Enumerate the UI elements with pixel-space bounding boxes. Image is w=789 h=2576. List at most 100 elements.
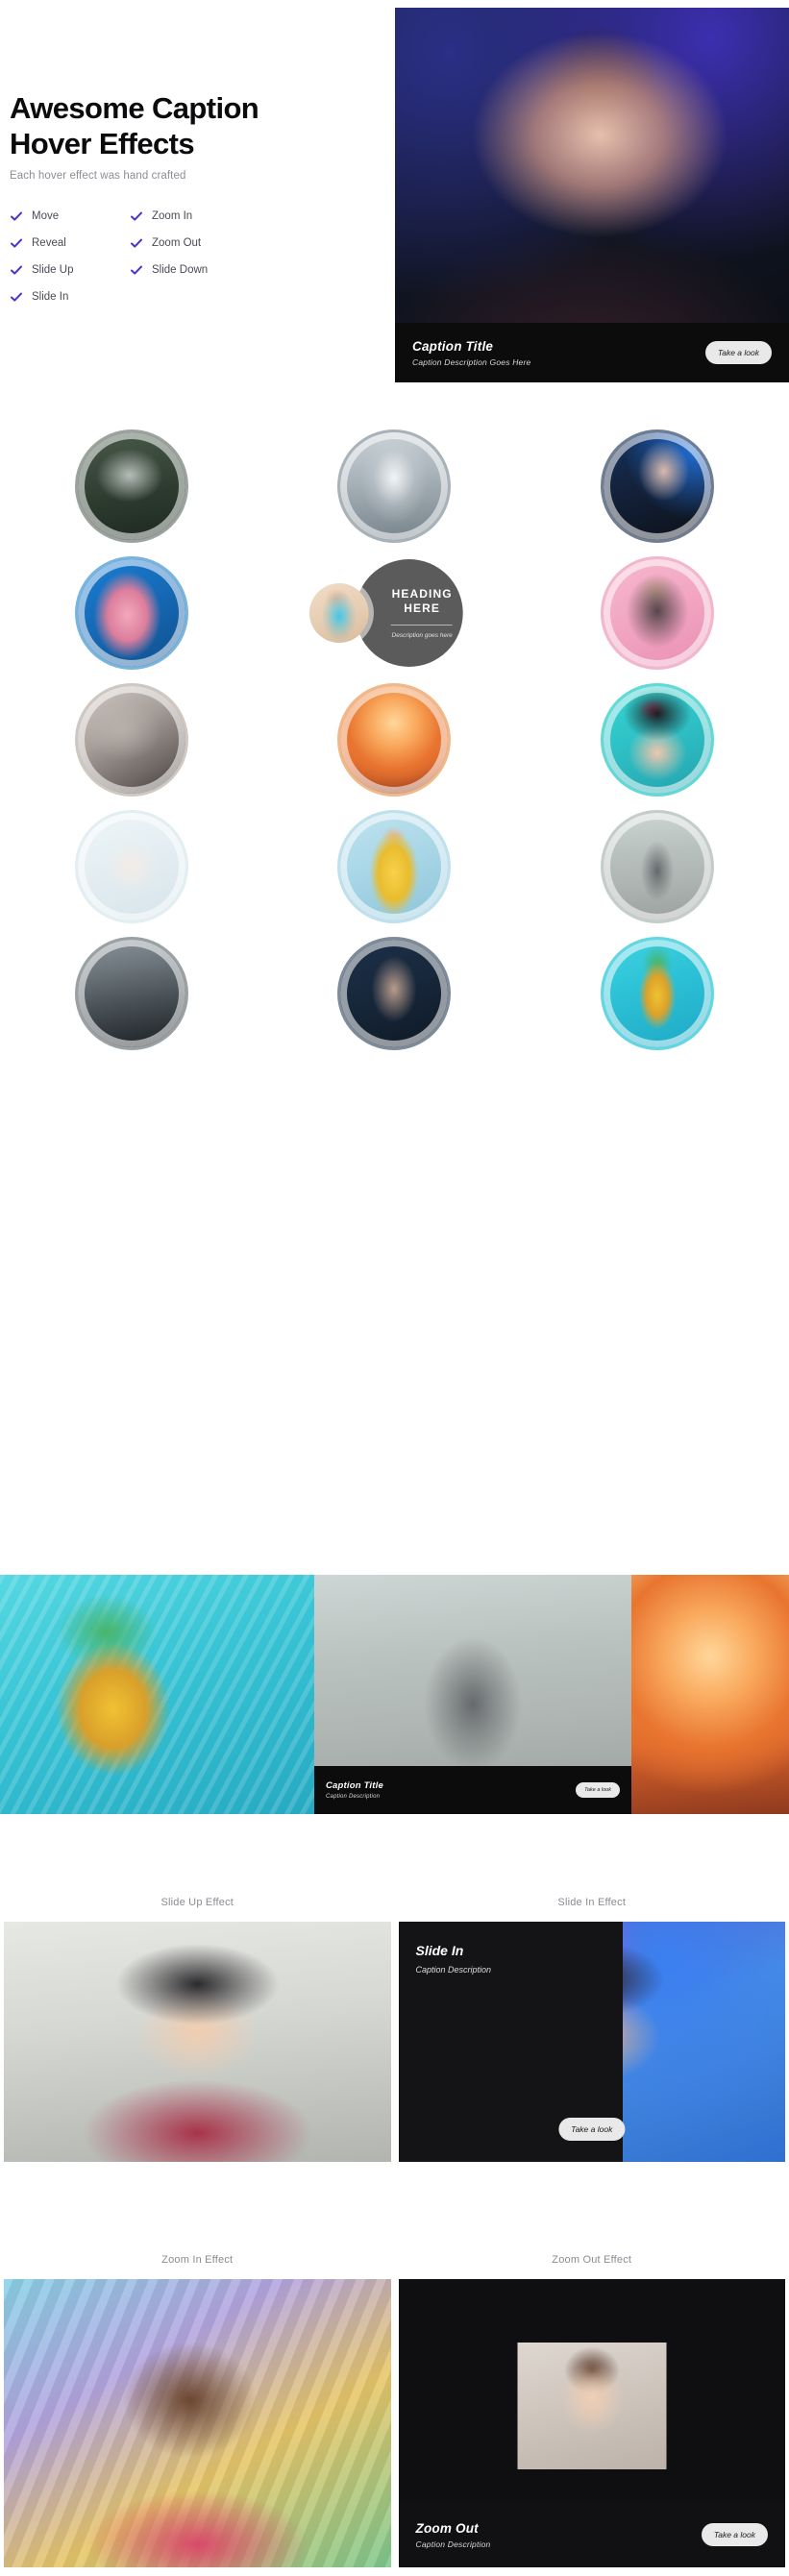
effects-row-zoom-labels: Zoom In Effect Zoom Out Effect [0,2239,789,2279]
feature-item-reveal: Reveal [10,230,130,257]
caption-description: Caption Description [415,1965,492,1975]
circle-item-black-hat-flower[interactable] [526,676,789,803]
circle-photo [340,432,449,540]
circle-item-pink-unicorn[interactable] [0,550,263,676]
strip-caption-bar: Caption Title Caption Description Take a… [314,1766,631,1814]
circle-photo [604,686,712,794]
circle-photo [604,559,712,667]
circle-photo [604,432,712,540]
caption-title: Zoom Out [415,2520,479,2536]
hero-caption-bar: Caption Title Caption Description Goes H… [395,323,789,382]
effects-row-slide-cards: Slide In Caption Description Take a look [0,1922,789,2162]
caption-title: Slide In [415,1943,464,1958]
hero-caption-text: Caption Title Caption Description Goes H… [412,339,530,367]
strip-caption-text: Caption Title Caption Description [326,1780,383,1800]
heading-tile-description: Description goes here [391,632,453,639]
zoom-out-effect-label: Zoom Out Effect [552,2254,632,2266]
heading-tile-thumbnail [309,583,370,643]
feature-item-move: Move [10,203,130,230]
caption-description: Caption Description [326,1794,381,1800]
feature-item-slide-down: Slide Down [130,257,250,283]
strip-item-sunset-swim[interactable] [631,1575,789,1814]
circle-item-smart-watch[interactable] [0,803,263,930]
circle-photo [340,940,449,1047]
circle-photo [340,813,449,920]
zoom-in-effect-card[interactable] [4,2279,391,2567]
feature-item-zoom-in: Zoom In [130,203,250,230]
zoom-out-photo [517,2343,667,2469]
feature-label: Slide In [32,291,69,304]
circle-item-woman-blue-light[interactable] [526,423,789,550]
circle-item-motorbike[interactable] [0,676,263,803]
effects-row-zoom: Zoom In Effect Zoom Out Effect Zoom Out … [0,2239,789,2567]
slide-up-effect-card[interactable] [4,1922,391,2162]
zoom-out-caption-bar: Zoom Out Caption Description Take a look [398,2502,785,2567]
circle-photo [77,559,185,667]
page-title-line-2: Hover Effects [10,126,195,160]
circle-item-road-traveller[interactable] [526,803,789,930]
circle-item-woman-sunglasses[interactable] [526,550,789,676]
check-icon [130,263,143,277]
feature-label: Zoom Out [152,237,202,250]
circle-item-heading-tile[interactable]: HEADING HERE Description goes here [263,550,527,676]
effects-row-slide: Slide Up Effect Slide In Effect Slide In… [0,1881,789,2162]
circle-photo [604,813,712,920]
check-icon [130,236,143,250]
check-icon [10,236,23,250]
caption-title: Caption Title [412,338,494,354]
circle-item-mountain-range[interactable] [0,930,263,1057]
circle-photo [77,940,185,1047]
slide-in-effect-label: Slide In Effect [557,1897,627,1908]
circle-photo [77,432,185,540]
page-subtitle: Each hover effect was hand crafted [10,170,186,183]
circle-item-yellow-outfit[interactable] [263,803,527,930]
heading-divider [391,625,454,626]
circle-item-fountain[interactable] [263,423,527,550]
page-title: Awesome Caption Hover Effects [10,91,384,161]
three-up-image-strip: Caption Title Caption Description Take a… [0,1575,789,1814]
circle-photo [340,686,449,794]
take-a-look-button[interactable]: Take a look [576,1782,620,1798]
zoom-in-effect-label: Zoom In Effect [161,2254,234,2266]
feature-label: Reveal [32,237,66,250]
heading-overlay-disc: HEADING HERE Description goes here [356,559,464,667]
caption-description: Caption Description Goes Here [412,356,531,367]
circle-photo [77,686,185,794]
page-title-line-1: Awesome Caption [10,91,259,125]
circle-photo [77,813,185,920]
slide-up-effect-label: Slide Up Effect [160,1897,234,1908]
check-icon [130,209,143,223]
zoom-out-effect-card[interactable]: Zoom Out Caption Description Take a look [398,2279,785,2567]
hero-text-block: Awesome Caption Hover Effects Each hover… [10,91,384,310]
hero-image-card[interactable]: Caption Title Caption Description Goes H… [395,8,789,382]
heading-tile-line-1: HEADING [391,587,453,601]
feature-label: Move [32,210,60,223]
circle-item-pineapple-pool[interactable] [526,930,789,1057]
feature-label: Zoom In [152,210,193,223]
feature-item-zoom-out: Zoom Out [130,230,250,257]
strip-item-road-traveller[interactable]: Caption Title Caption Description Take a… [314,1575,631,1814]
feature-label: Slide Down [152,264,209,277]
take-a-look-button[interactable]: Take a look [704,341,772,364]
check-icon [10,290,23,304]
take-a-look-button[interactable]: Take a look [701,2523,768,2546]
circle-item-boho-woman[interactable] [263,930,527,1057]
circle-item-forest-waterfall[interactable] [0,423,263,550]
strip-item-pineapple-pool[interactable] [0,1575,314,1814]
circle-gallery-grid: HEADING HERE Description goes here [0,423,789,1057]
hero-section: Awesome Caption Hover Effects Each hover… [0,0,789,394]
heading-tile-title: HEADING HERE [392,587,453,616]
check-icon [10,263,23,277]
check-icon [10,209,23,223]
effects-row-zoom-cards: Zoom Out Caption Description Take a look [0,2279,789,2567]
slide-in-effect-card[interactable]: Slide In Caption Description Take a look [398,1922,785,2162]
feature-check-list: Move Zoom In Reveal Zoom Out Slide Up Sl… [10,203,250,310]
feature-item-slide-in: Slide In [10,283,130,310]
zoom-out-caption-text: Zoom Out Caption Description [416,2521,491,2549]
feature-item-slide-up: Slide Up [10,257,130,283]
effects-row-slide-labels: Slide Up Effect Slide In Effect [0,1881,789,1922]
take-a-look-button[interactable]: Take a look [558,2118,626,2141]
heading-tile-line-2: HERE [404,601,441,615]
caption-title: Caption Title [326,1780,383,1791]
circle-item-sunset-silhouette[interactable] [263,676,527,803]
